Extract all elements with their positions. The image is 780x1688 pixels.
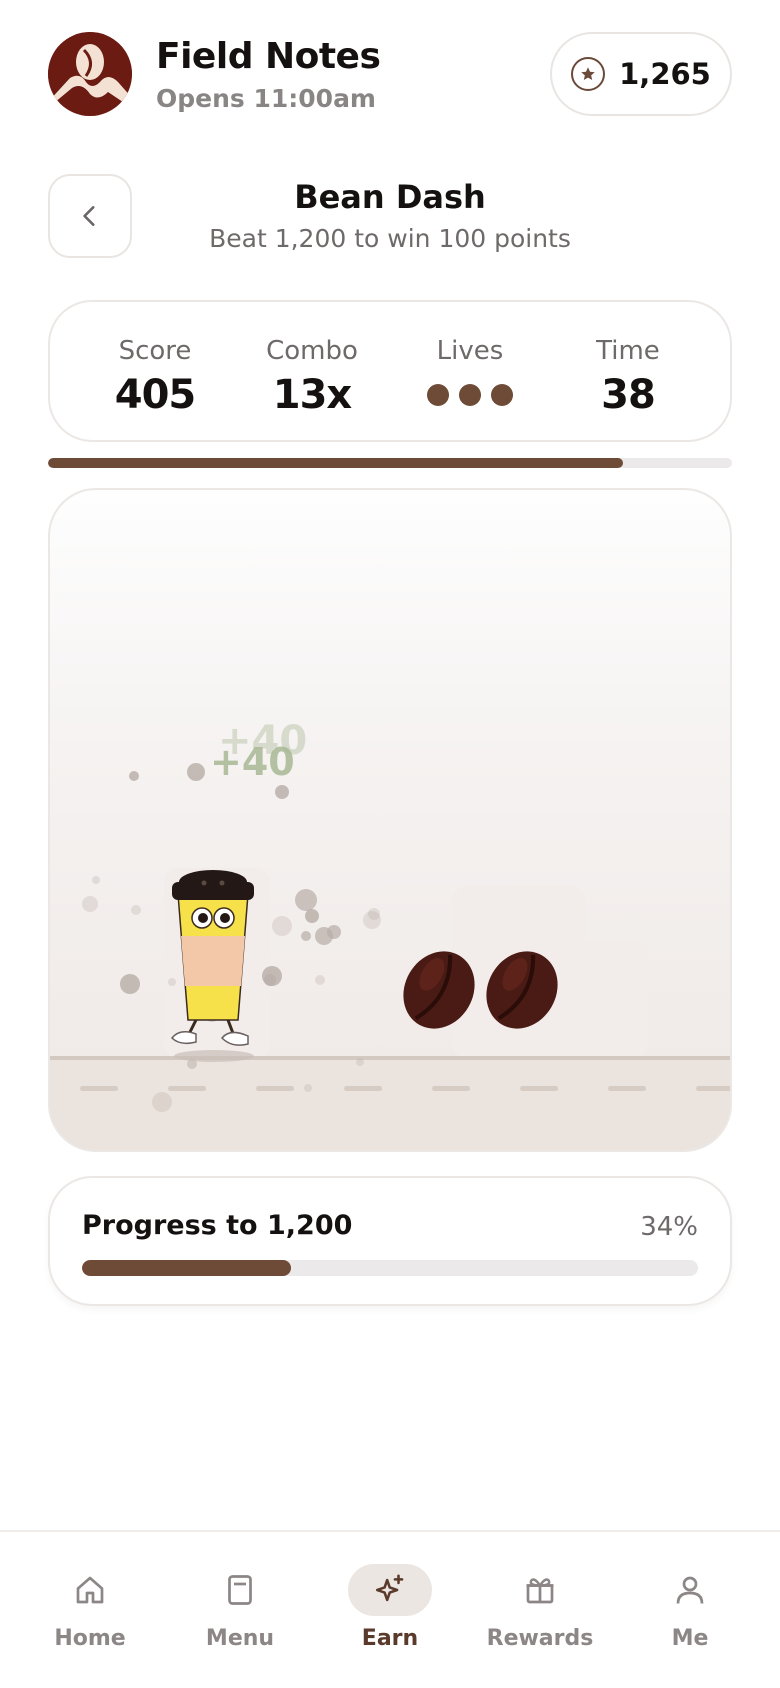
progress-bar-fill [82, 1260, 292, 1276]
combo-label: Combo [266, 336, 358, 366]
ground [50, 1058, 730, 1150]
bottom-nav: Home Menu Earn Rewards Me [0, 1530, 780, 1688]
progress-label: Progress to 1,200 [82, 1210, 353, 1241]
star-icon [571, 57, 606, 91]
nav-item-earn[interactable]: Earn [315, 1532, 465, 1688]
menu-book-icon [198, 1564, 282, 1616]
combo-stat: Combo 13x [232, 336, 392, 418]
time-label: Time [596, 336, 660, 366]
time-bar-fill [48, 458, 623, 468]
points-balance-button[interactable]: 1,265 [550, 32, 732, 116]
progress-percent: 34% [640, 1212, 698, 1242]
game-subtitle: Beat 1,200 to win 100 points [209, 224, 571, 253]
points-value: 1,265 [619, 57, 711, 91]
floating-score: +40 [210, 740, 295, 784]
time-stat: Time 38 [548, 336, 708, 418]
lives-indicator [390, 384, 550, 406]
nav-label: Rewards [486, 1626, 594, 1651]
game-canvas[interactable]: +40 +40 [48, 488, 732, 1152]
nav-item-menu[interactable]: Menu [165, 1532, 315, 1688]
score-value: 405 [114, 372, 197, 418]
game-title: Bean Dash [294, 178, 486, 216]
home-icon [48, 1564, 132, 1616]
stats-card: Score 405 Combo 13x Lives Time 38 [48, 300, 732, 442]
store-name: Field Notes [156, 36, 381, 77]
header: Field Notes Opens 11:00am 1,265 [48, 32, 732, 118]
gift-icon [498, 1564, 582, 1616]
time-value: 38 [601, 372, 656, 418]
nav-label: Home [54, 1626, 126, 1651]
nav-label: Earn [361, 1626, 419, 1651]
game-scene [50, 763, 730, 1150]
lives-stat: Lives [390, 336, 550, 406]
progress-card: Progress to 1,200 34% [48, 1176, 732, 1306]
ground-line [50, 1056, 730, 1060]
progress-bar [82, 1260, 698, 1276]
life-dot [427, 384, 449, 406]
nav-item-rewards[interactable]: Rewards [465, 1532, 615, 1688]
life-dot [491, 384, 513, 406]
lives-label: Lives [436, 336, 504, 366]
nav-label: Menu [205, 1626, 275, 1651]
store-logo [48, 32, 132, 116]
sparkle-icon [348, 1564, 432, 1616]
combo-value: 13x [272, 372, 352, 418]
time-bar [48, 458, 732, 468]
nav-item-home[interactable]: Home [15, 1532, 165, 1688]
person-icon [648, 1564, 732, 1616]
nav-label: Me [671, 1626, 709, 1651]
background-building [572, 940, 648, 1058]
score-label: Score [118, 336, 192, 366]
store-hours: Opens 11:00am [156, 84, 376, 113]
score-stat: Score 405 [75, 336, 235, 418]
life-dot [459, 384, 481, 406]
nav-item-me[interactable]: Me [615, 1532, 765, 1688]
